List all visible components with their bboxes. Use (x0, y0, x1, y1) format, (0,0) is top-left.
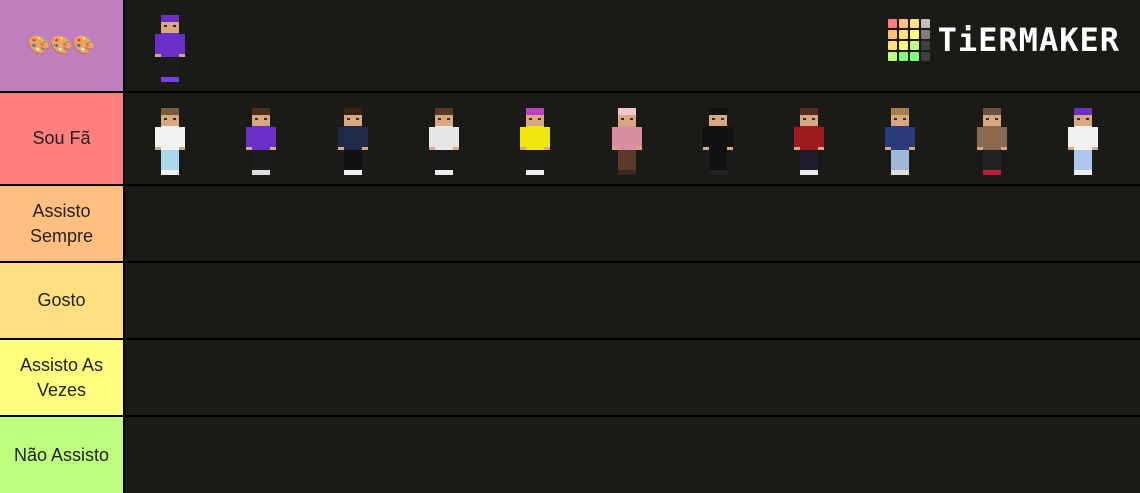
logo-grid-icon (887, 19, 930, 61)
tier-label[interactable]: Sou Fã (0, 93, 123, 184)
logo-text: TiERMAKER (937, 21, 1120, 59)
tier-row: Sou Fã (0, 93, 1140, 184)
tier-items[interactable] (125, 417, 1140, 493)
tier-items[interactable]: TiERMAKER (125, 0, 1140, 91)
black-suit-skin[interactable] (698, 100, 738, 184)
tier-items[interactable] (125, 186, 1140, 261)
tier-label[interactable]: Gosto (0, 263, 123, 338)
tier-row: Assisto As Vezes (0, 340, 1140, 415)
tier-row: Não Assisto (0, 417, 1140, 493)
tier-label[interactable]: 🎨🎨🎨 (0, 0, 123, 91)
brown-coat-skin[interactable] (972, 100, 1012, 184)
tier-label[interactable]: Não Assisto (0, 417, 123, 493)
tier-row: Gosto (0, 263, 1140, 338)
tier-label[interactable]: Assisto As Vezes (0, 340, 123, 415)
red-hoodie-skin[interactable] (789, 100, 829, 184)
purple-shirt-skin[interactable] (241, 100, 281, 184)
tiermaker-logo: TiERMAKER (887, 19, 1120, 61)
tier-label[interactable]: Assisto Sempre (0, 186, 123, 261)
tier-row: Assisto Sempre (0, 186, 1140, 261)
yellow-hoodie-skin[interactable] (515, 100, 555, 184)
white-purple-skin[interactable] (1063, 100, 1103, 184)
white-shirt-skin[interactable] (150, 100, 190, 184)
blue-jacket-skin[interactable] (880, 100, 920, 184)
pink-skin[interactable] (607, 100, 647, 184)
navy-hoodie-skin[interactable] (333, 100, 373, 184)
tier-items[interactable] (125, 93, 1140, 184)
purple-hoodie-skin[interactable] (150, 7, 190, 91)
white-hoodie-skin[interactable] (424, 100, 464, 184)
tier-items[interactable] (125, 340, 1140, 415)
tier-list-board: 🎨🎨🎨 TiERMAKER Sou Fã Assisto Sempre Gost… (0, 0, 1140, 493)
tier-items[interactable] (125, 263, 1140, 338)
tier-row: 🎨🎨🎨 TiERMAKER (0, 0, 1140, 91)
